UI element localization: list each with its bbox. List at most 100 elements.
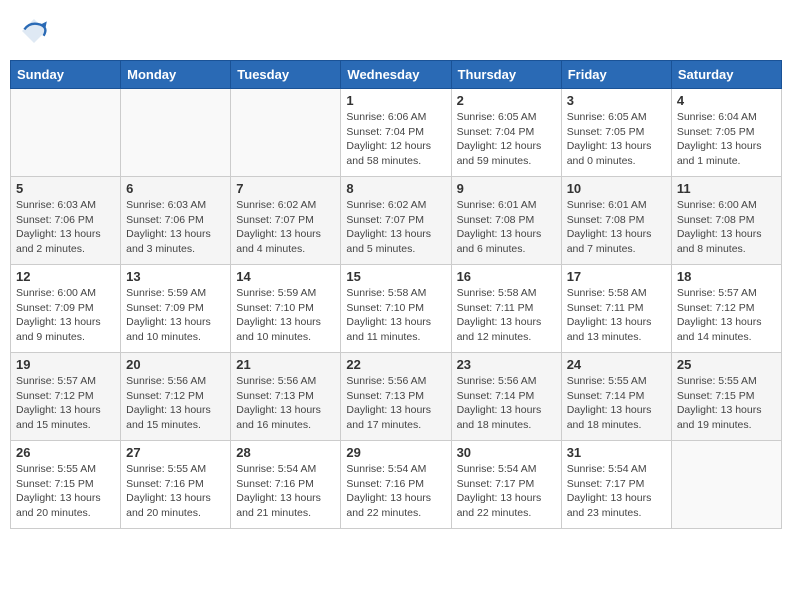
day-info: Sunrise: 5:54 AM Sunset: 7:16 PM Dayligh… [236,462,335,521]
calendar-cell [671,441,781,529]
calendar-cell: 18Sunrise: 5:57 AM Sunset: 7:12 PM Dayli… [671,265,781,353]
calendar-cell: 22 Sunrise: 5:56 AM Sunset: 7:13 PM Dayli… [341,353,451,441]
day-number: 9 [457,181,556,196]
day-number: 2 [457,93,556,108]
day-info: Sunrise: 5:59 AM Sunset: 7:10 PM Dayligh… [236,286,335,345]
day-number: 23 [457,357,556,372]
day-info: Sunrise: 6:00 AM Sunset: 7:08 PM Dayligh… [677,198,776,257]
day-info: Sunrise: 5:56 AM Sunset: 7:12 PM Dayligh… [126,374,225,433]
day-info: Sunrise: 6:02 AM Sunset: 7:07 PM Dayligh… [236,198,335,257]
calendar-cell: 11 Sunrise: 6:00 AM Sunset: 7:08 PM Dayli… [671,177,781,265]
day-info: Sunrise: 5:55 AM Sunset: 7:16 PM Dayligh… [126,462,225,521]
calendar-cell: 15 Sunrise: 5:58 AM Sunset: 7:10 PM Dayli… [341,265,451,353]
calendar-cell: 4 Sunrise: 6:04 AM Sunset: 7:05 PM Daylig… [671,89,781,177]
day-info: Sunrise: 5:54 AM Sunset: 7:16 PM Dayligh… [346,462,445,521]
day-info: Sunrise: 6:04 AM Sunset: 7:05 PM Dayligh… [677,110,776,169]
day-info: Sunrise: 6:02 AM Sunset: 7:07 PM Dayligh… [346,198,445,257]
page-header [10,10,782,52]
calendar-table: SundayMondayTuesdayWednesdayThursdayFrid… [10,60,782,529]
day-number: 10 [567,181,666,196]
day-info: Sunrise: 5:58 AM Sunset: 7:11 PM Dayligh… [567,286,666,345]
day-info: Sunrise: 5:58 AM Sunset: 7:10 PM Dayligh… [346,286,445,345]
calendar-cell [11,89,121,177]
day-number: 26 [16,445,115,460]
day-info: Sunrise: 5:56 AM Sunset: 7:13 PM Dayligh… [346,374,445,433]
calendar-cell: 21 Sunrise: 5:56 AM Sunset: 7:13 PM Dayli… [231,353,341,441]
day-number: 31 [567,445,666,460]
day-number: 21 [236,357,335,372]
day-info: Sunrise: 5:55 AM Sunset: 7:15 PM Dayligh… [16,462,115,521]
week-row-5: 26 Sunrise: 5:55 AM Sunset: 7:15 PM Dayli… [11,441,782,529]
day-info: Sunrise: 5:59 AM Sunset: 7:09 PM Dayligh… [126,286,225,345]
day-number: 25 [677,357,776,372]
day-info: Sunrise: 6:05 AM Sunset: 7:04 PM Dayligh… [457,110,556,169]
day-info: Sunrise: 6:01 AM Sunset: 7:08 PM Dayligh… [567,198,666,257]
calendar-cell: 26 Sunrise: 5:55 AM Sunset: 7:15 PM Dayli… [11,441,121,529]
day-number: 22 [346,357,445,372]
calendar-cell: 10 Sunrise: 6:01 AM Sunset: 7:08 PM Dayli… [561,177,671,265]
day-number: 14 [236,269,335,284]
weekday-header-row: SundayMondayTuesdayWednesdayThursdayFrid… [11,61,782,89]
calendar-cell: 28Sunrise: 5:54 AM Sunset: 7:16 PM Dayli… [231,441,341,529]
calendar-cell: 2 Sunrise: 6:05 AM Sunset: 7:04 PM Daylig… [451,89,561,177]
calendar-cell: 24Sunrise: 5:55 AM Sunset: 7:14 PM Dayli… [561,353,671,441]
day-info: Sunrise: 5:54 AM Sunset: 7:17 PM Dayligh… [457,462,556,521]
day-number: 13 [126,269,225,284]
calendar-cell: 25 Sunrise: 5:55 AM Sunset: 7:15 PM Dayli… [671,353,781,441]
weekday-header-saturday: Saturday [671,61,781,89]
calendar-cell [121,89,231,177]
calendar-cell: 23 Sunrise: 5:56 AM Sunset: 7:14 PM Dayli… [451,353,561,441]
day-info: Sunrise: 6:03 AM Sunset: 7:06 PM Dayligh… [16,198,115,257]
weekday-header-sunday: Sunday [11,61,121,89]
week-row-4: 19 Sunrise: 5:57 AM Sunset: 7:12 PM Dayli… [11,353,782,441]
calendar-cell: 17 Sunrise: 5:58 AM Sunset: 7:11 PM Dayli… [561,265,671,353]
day-number: 17 [567,269,666,284]
week-row-3: 12Sunrise: 6:00 AM Sunset: 7:09 PM Dayli… [11,265,782,353]
day-number: 8 [346,181,445,196]
day-info: Sunrise: 5:57 AM Sunset: 7:12 PM Dayligh… [16,374,115,433]
calendar-cell: 12Sunrise: 6:00 AM Sunset: 7:09 PM Dayli… [11,265,121,353]
day-info: Sunrise: 6:03 AM Sunset: 7:06 PM Dayligh… [126,198,225,257]
calendar-cell: 7Sunrise: 6:02 AM Sunset: 7:07 PM Daylig… [231,177,341,265]
calendar-cell: 20 Sunrise: 5:56 AM Sunset: 7:12 PM Dayli… [121,353,231,441]
day-info: Sunrise: 6:05 AM Sunset: 7:05 PM Dayligh… [567,110,666,169]
calendar-cell: 1Sunrise: 6:06 AM Sunset: 7:04 PM Daylig… [341,89,451,177]
day-info: Sunrise: 5:56 AM Sunset: 7:13 PM Dayligh… [236,374,335,433]
calendar-cell: 8 Sunrise: 6:02 AM Sunset: 7:07 PM Daylig… [341,177,451,265]
calendar-cell: 19 Sunrise: 5:57 AM Sunset: 7:12 PM Dayli… [11,353,121,441]
logo [18,15,54,47]
calendar-cell: 9 Sunrise: 6:01 AM Sunset: 7:08 PM Daylig… [451,177,561,265]
day-number: 29 [346,445,445,460]
day-number: 5 [16,181,115,196]
day-number: 3 [567,93,666,108]
week-row-2: 5 Sunrise: 6:03 AM Sunset: 7:06 PM Daylig… [11,177,782,265]
day-info: Sunrise: 5:56 AM Sunset: 7:14 PM Dayligh… [457,374,556,433]
day-number: 15 [346,269,445,284]
day-info: Sunrise: 6:06 AM Sunset: 7:04 PM Dayligh… [346,110,445,169]
calendar-cell: 16Sunrise: 5:58 AM Sunset: 7:11 PM Dayli… [451,265,561,353]
day-info: Sunrise: 5:55 AM Sunset: 7:14 PM Dayligh… [567,374,666,433]
calendar-cell: 13 Sunrise: 5:59 AM Sunset: 7:09 PM Dayli… [121,265,231,353]
day-number: 20 [126,357,225,372]
calendar-cell [231,89,341,177]
day-number: 19 [16,357,115,372]
day-info: Sunrise: 6:00 AM Sunset: 7:09 PM Dayligh… [16,286,115,345]
weekday-header-monday: Monday [121,61,231,89]
weekday-header-tuesday: Tuesday [231,61,341,89]
day-number: 6 [126,181,225,196]
day-number: 4 [677,93,776,108]
calendar-cell: 5 Sunrise: 6:03 AM Sunset: 7:06 PM Daylig… [11,177,121,265]
day-info: Sunrise: 5:54 AM Sunset: 7:17 PM Dayligh… [567,462,666,521]
calendar-cell: 31 Sunrise: 5:54 AM Sunset: 7:17 PM Dayli… [561,441,671,529]
day-info: Sunrise: 6:01 AM Sunset: 7:08 PM Dayligh… [457,198,556,257]
day-number: 27 [126,445,225,460]
day-info: Sunrise: 5:55 AM Sunset: 7:15 PM Dayligh… [677,374,776,433]
weekday-header-thursday: Thursday [451,61,561,89]
calendar-cell: 27 Sunrise: 5:55 AM Sunset: 7:16 PM Dayli… [121,441,231,529]
day-info: Sunrise: 5:57 AM Sunset: 7:12 PM Dayligh… [677,286,776,345]
week-row-1: 1Sunrise: 6:06 AM Sunset: 7:04 PM Daylig… [11,89,782,177]
day-number: 30 [457,445,556,460]
day-number: 16 [457,269,556,284]
calendar-cell: 29 Sunrise: 5:54 AM Sunset: 7:16 PM Dayli… [341,441,451,529]
day-number: 11 [677,181,776,196]
